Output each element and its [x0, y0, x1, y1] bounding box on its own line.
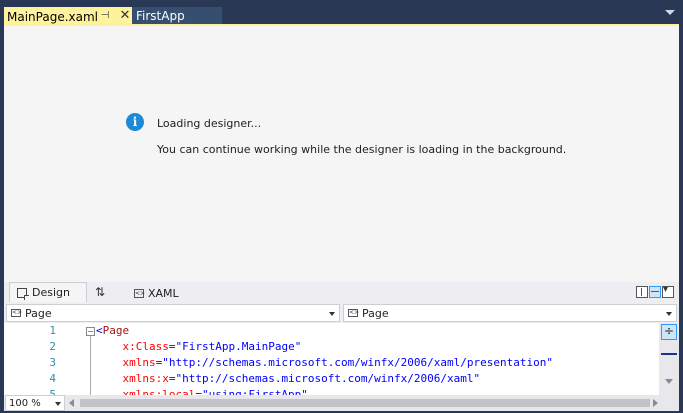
swap-panes-icon[interactable]: ⇅ [95, 285, 105, 299]
xaml-designer-panel: i Loading designer... You can continue w… [4, 24, 679, 411]
document-tab-strip: MainPage.xaml ⊣ ✕ FirstApp [0, 0, 683, 26]
tab-xaml[interactable]: <> XAML [134, 284, 179, 302]
type-selector-value: Page [25, 306, 52, 320]
code-line: xmlns:x="http://schemas.microsoft.com/wi… [96, 371, 480, 387]
type-selector-dropdown[interactable]: <> Page [6, 304, 340, 322]
pane-layout-buttons [636, 284, 674, 298]
element-icon: <> [11, 309, 23, 317]
design-xaml-split-bar: Design ⇅ <> XAML [4, 282, 679, 302]
scroll-right-icon[interactable] [653, 399, 658, 407]
xaml-view-icon: <> [134, 288, 146, 298]
horizontal-split-icon[interactable] [649, 286, 661, 298]
code-token: xmlns [96, 356, 156, 369]
line-number: 1 [49, 324, 56, 337]
member-selector-value: Page [362, 306, 389, 320]
code-token: Page [102, 324, 130, 337]
member-selector-dropdown[interactable]: <> Page [343, 304, 677, 322]
info-icon: i [126, 113, 144, 131]
tab-firstapp[interactable]: FirstApp [132, 7, 222, 24]
line-number: 2 [49, 340, 56, 353]
code-token: ="http://schemas.microsoft.com/winfx/200… [168, 372, 481, 385]
close-icon[interactable]: ✕ [118, 8, 132, 24]
design-view-icon [17, 287, 29, 300]
code-token: ="FirstApp.MainPage" [168, 340, 302, 353]
scroll-position-marker [661, 353, 677, 355]
zoom-dropdown[interactable]: 100 % [5, 395, 65, 411]
tab-overflow-dropdown-icon[interactable] [665, 10, 675, 15]
chevron-down-icon [666, 312, 672, 316]
code-token: ="using:FirstApp" [195, 388, 308, 395]
code-line: xmlns:local="using:FirstApp" [96, 387, 308, 395]
outline-margin: − [86, 323, 96, 395]
code-token: Class [135, 340, 169, 353]
line-number: 5 [49, 388, 56, 395]
loading-detail-text: You can continue working while the desig… [157, 143, 567, 156]
code-line: x:Class="FirstApp.MainPage" [96, 339, 301, 355]
code-token: xmlns:x [96, 372, 169, 385]
chevron-down-icon [55, 402, 61, 406]
zoom-value: 100 % [9, 397, 41, 409]
code-token: x: [96, 340, 136, 353]
xaml-code-editor[interactable]: 1 2 3 4 5 − <Page x:Class="FirstApp.Main… [4, 323, 659, 395]
split-editor-icon[interactable]: ÷ [661, 324, 677, 340]
loading-text: Loading designer... [157, 117, 262, 130]
code-token: xmlns:local [96, 388, 196, 395]
xaml-tab-label: XAML [148, 286, 179, 300]
design-tab-label: Design [32, 286, 70, 299]
line-number: 4 [49, 372, 56, 385]
code-token: < [96, 324, 103, 337]
element-selector-row: <> Page <> Page [4, 302, 679, 323]
scroll-left-icon[interactable] [69, 399, 74, 407]
collapse-pane-icon[interactable] [662, 284, 674, 298]
scroll-down-icon[interactable] [665, 379, 673, 384]
line-number-gutter: 1 2 3 4 5 [4, 323, 64, 395]
editor-bottom-bar: 100 % [4, 395, 679, 411]
code-line: xmlns="http://schemas.microsoft.com/winf… [96, 355, 553, 371]
horizontal-scrollbar-thumb[interactable] [80, 399, 650, 407]
outline-line [90, 336, 91, 395]
code-token: ="http://schemas.microsoft.com/winfx/200… [155, 356, 553, 369]
chevron-down-icon [329, 312, 335, 316]
code-line: <Page [96, 323, 129, 339]
vertical-scrollbar[interactable]: ÷ [659, 323, 679, 395]
pin-icon[interactable]: ⊣ [98, 9, 112, 23]
vertical-split-icon[interactable] [636, 286, 648, 298]
collapse-region-icon[interactable]: − [86, 327, 95, 336]
tab-label: FirstApp [136, 8, 185, 23]
tab-design[interactable]: Design [9, 282, 87, 302]
element-icon: <> [348, 309, 360, 317]
line-number: 3 [49, 356, 56, 369]
tab-label: MainPage.xaml [7, 9, 98, 24]
